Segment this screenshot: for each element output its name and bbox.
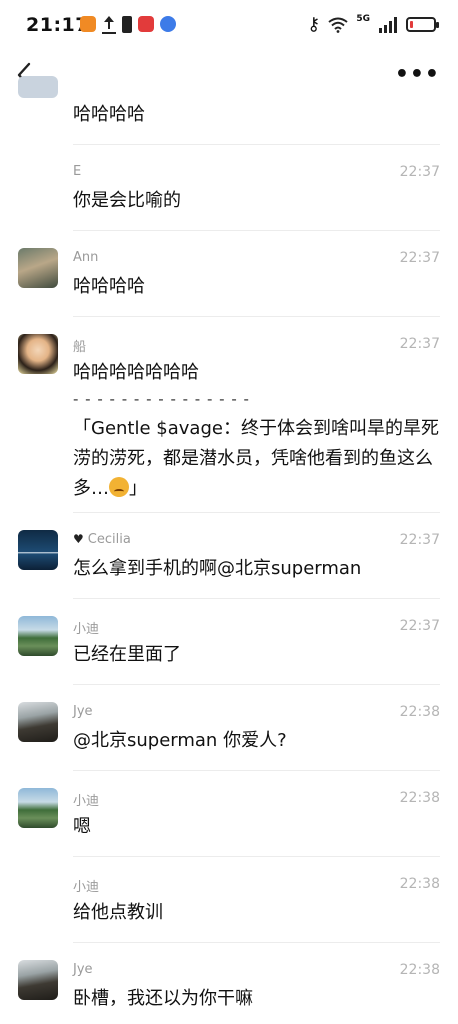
message-text: 怎么拿到手机的啊@北京superman	[73, 558, 362, 579]
avatar	[18, 960, 58, 1000]
divider	[73, 230, 440, 231]
avatar	[18, 702, 58, 742]
sender-name: 小迪	[73, 880, 100, 895]
heart-icon: ♥	[73, 532, 84, 546]
divider	[73, 598, 440, 599]
device-icon	[122, 16, 132, 33]
wifi-icon	[328, 17, 348, 33]
message-text: 你是会比喻的	[73, 190, 181, 211]
divider	[73, 144, 440, 145]
battery-level	[410, 21, 413, 28]
message-time: 22:38	[399, 790, 440, 806]
message-text: 已经在里面了	[73, 644, 181, 665]
quoted-message: 「Gentle $avage：终于体会到啥叫旱的旱死涝的涝死，都是潜水员，凭啥他…	[73, 414, 445, 504]
sender-name: ♥ Cecilia	[73, 532, 131, 547]
divider	[73, 684, 440, 685]
message-text: 哈哈哈哈	[73, 104, 145, 125]
divider	[73, 512, 440, 513]
message-time: 22:37	[399, 250, 440, 266]
sender-name: 小迪	[73, 622, 100, 637]
upload-icon	[102, 16, 116, 34]
annoyed-face-icon	[109, 477, 129, 497]
divider	[73, 942, 440, 943]
message-text: 嗯	[73, 816, 91, 837]
message-time: 22:37	[399, 532, 440, 548]
avatar	[18, 76, 58, 98]
message-text: @北京superman 你爱人?	[73, 730, 287, 751]
message-text: 卧槽，我还以为你干嘛	[73, 988, 253, 1009]
nav-bar: •••	[0, 52, 458, 98]
quote-separator: - - - - - - - - - - - - - - -	[73, 390, 250, 408]
message-time: 22:38	[399, 876, 440, 892]
message-text: 哈哈哈哈哈哈哈 - - - - - - - - - - - - - - - 「G…	[73, 358, 445, 504]
status-bar: 21:17 ⚷ 5G	[0, 0, 458, 52]
message-text: 哈哈哈哈	[73, 276, 145, 297]
sender-name: 小迪	[73, 794, 100, 809]
avatar	[18, 616, 58, 656]
signal-icon	[378, 16, 398, 33]
app-notification-icon	[160, 16, 176, 32]
message-time: 22:37	[399, 336, 440, 352]
avatar	[18, 530, 58, 570]
app-notification-icon	[138, 16, 154, 32]
divider	[73, 316, 440, 317]
sender-name: Jye	[73, 704, 93, 719]
network-type-label: 5G	[356, 13, 370, 24]
sender-name: E	[73, 164, 82, 179]
avatar	[18, 248, 58, 288]
battery-icon	[406, 17, 439, 32]
message-time: 22:38	[399, 704, 440, 720]
system-icons: ⚷ 5G	[307, 13, 439, 35]
sender-name: Jye	[73, 962, 93, 977]
message-main-text: 哈哈哈哈哈哈哈	[73, 362, 199, 383]
divider	[73, 856, 440, 857]
message-time: 22:37	[399, 164, 440, 180]
avatar	[18, 334, 58, 374]
notification-icons	[80, 16, 176, 34]
message-time: 22:37	[399, 618, 440, 634]
sender-name: 船	[73, 340, 87, 355]
more-options-button[interactable]: •••	[395, 62, 440, 87]
avatar	[18, 788, 58, 828]
message-time: 22:38	[399, 962, 440, 978]
sender-name-text: Cecilia	[87, 532, 131, 547]
sender-name: Ann	[73, 250, 99, 265]
divider	[73, 770, 440, 771]
key-icon: ⚷	[307, 14, 321, 35]
quote-close: 」	[129, 478, 147, 499]
app-notification-icon	[80, 16, 96, 32]
message-text: 给他点教训	[73, 902, 163, 923]
